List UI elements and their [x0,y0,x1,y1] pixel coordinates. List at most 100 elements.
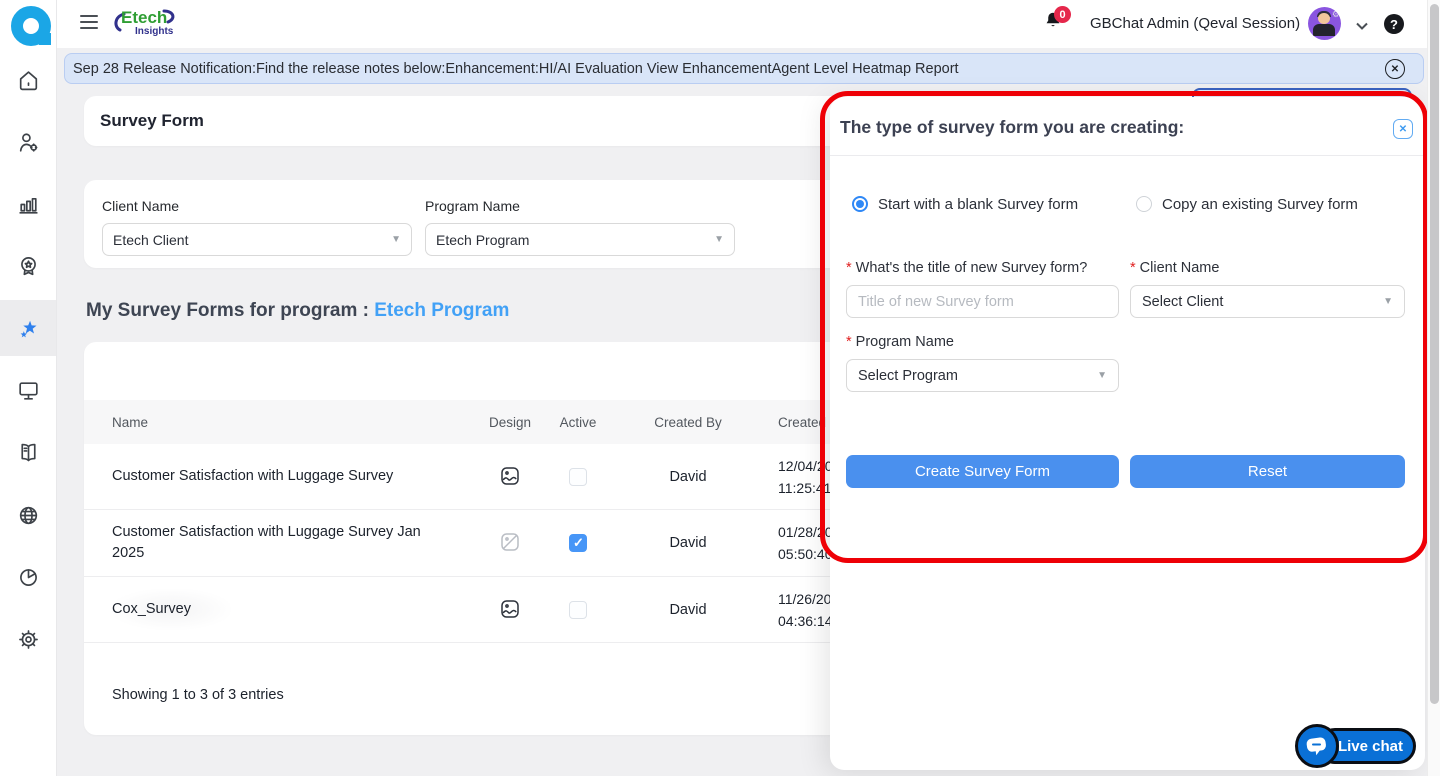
modal-client-select-value: Select Client [1142,294,1223,310]
qeval-logo[interactable] [9,4,53,48]
help-button[interactable]: ? [1384,14,1404,34]
monitor-icon [16,378,41,403]
active-checkbox-checked[interactable] [569,534,587,552]
user-settings-icon [16,130,41,155]
modal-program-label: *Program Name [846,334,954,350]
home-icon [16,68,41,93]
etech-insights-logo[interactable]: Etech Insights [112,5,182,43]
quality-badge-icon [16,254,41,279]
page-title: Survey Form [100,111,204,131]
design-button-disabled [498,531,522,555]
sidebar-item-reports[interactable] [0,176,56,232]
chevron-down-icon: ▼ [391,234,401,245]
sidebar-item-settings[interactable] [0,611,56,667]
survey-name: Cox_Survey [112,589,231,630]
create-survey-form-button[interactable]: Create Survey Form [846,455,1119,488]
avatar[interactable]: ⚙ [1308,7,1341,40]
page-scrollbar [1427,0,1440,776]
program-select[interactable]: Etech Program ▼ [425,223,735,256]
create-survey-modal: The type of survey form you are creating… [830,97,1425,770]
banner-close-icon[interactable]: ✕ [1385,59,1405,79]
book-icon [16,440,41,465]
column-header-design: Design [462,415,558,430]
scrollbar-thumb[interactable] [1430,4,1439,704]
notification-badge: 0 [1054,6,1071,23]
bar-chart-icon [16,192,41,217]
section-heading-prefix: My Survey Forms for program : [86,300,374,321]
radio-copy-survey-label[interactable]: Copy an existing Survey form [1162,196,1358,213]
modal-program-select[interactable]: Select Program ▼ [846,359,1119,392]
avatar-gear-icon: ⚙ [1332,9,1340,20]
banner-text: Sep 28 Release Notification:Find the rel… [73,61,959,77]
modal-title: The type of survey form you are creating… [840,117,1184,138]
sidebar-item-survey-forms[interactable] [0,300,56,356]
required-asterisk: * [846,260,852,276]
created-by: David [598,469,778,485]
design-image-icon [499,465,521,487]
required-asterisk: * [1130,260,1136,276]
live-chat-label: Live chat [1338,738,1403,755]
active-checkbox[interactable] [569,601,587,619]
survey-star-icon [16,316,41,341]
design-button[interactable] [498,598,522,622]
question-mark-icon: ? [1390,17,1398,32]
chevron-down-icon: ▼ [1383,296,1393,307]
sidebar [0,0,57,776]
client-select-value: Etech Client [113,232,188,248]
design-image-disabled-icon [499,531,521,553]
reset-button[interactable]: Reset [1130,455,1405,488]
top-header: Etech Insights 0 GBChat Admin (Qeval Ses… [57,0,1440,48]
sidebar-item-analytics[interactable] [0,549,56,605]
logo-insights-text: Insights [135,26,173,37]
column-header-name: Name [112,415,462,430]
design-image-icon [499,598,521,620]
sidebar-item-monitor[interactable] [0,362,56,418]
created-by: David [598,535,778,551]
design-button[interactable] [498,465,522,489]
column-header-active: Active [558,415,598,430]
hamburger-menu-icon[interactable] [80,15,98,29]
chevron-down-icon: ▼ [1097,370,1107,381]
modal-client-select[interactable]: Select Client ▼ [1130,285,1405,318]
active-checkbox[interactable] [569,468,587,486]
logo-etech-text: Etech [121,8,167,28]
sidebar-item-quality[interactable] [0,238,56,294]
notifications-button[interactable]: 0 [1042,10,1072,40]
radio-copy-survey[interactable] [1136,196,1152,212]
modal-close-icon[interactable]: ✕ [1393,119,1413,139]
chevron-down-icon [1355,21,1369,31]
modal-header: The type of survey form you are creating… [830,97,1425,156]
program-name-link[interactable]: Etech Program [374,300,509,321]
created-by: David [598,602,778,618]
pie-chart-icon [16,565,41,590]
live-chat-bubble-icon [1295,724,1339,768]
column-header-created-by: Created By [598,415,778,430]
radio-blank-survey-label[interactable]: Start with a blank Survey form [878,196,1078,213]
globe-icon [16,503,41,528]
app-root: Etech Insights 0 GBChat Admin (Qeval Ses… [0,0,1440,776]
survey-name: Customer Satisfaction with Luggage Surve… [112,510,462,576]
sidebar-item-home[interactable] [0,52,56,108]
survey-name: Customer Satisfaction with Luggage Surve… [112,454,462,499]
survey-title-input[interactable] [846,285,1119,318]
modal-client-label: *Client Name [1130,260,1219,276]
sidebar-item-library[interactable] [0,424,56,480]
release-notification-banner: Sep 28 Release Notification:Find the rel… [64,53,1424,84]
chevron-down-icon: ▼ [714,234,724,245]
required-asterisk: * [846,334,852,350]
survey-type-radio-group: Start with a blank Survey form Copy an e… [830,195,1425,215]
client-select[interactable]: Etech Client ▼ [102,223,412,256]
user-menu-chevron[interactable] [1355,18,1369,28]
user-name-label: GBChat Admin (Qeval Session) [1090,15,1310,32]
program-name-label: Program Name [425,198,520,214]
survey-title-label: *What's the title of new Survey form? [846,260,1087,276]
radio-blank-survey[interactable] [852,196,868,212]
program-select-value: Etech Program [436,232,529,248]
settings-gear-icon [16,627,41,652]
section-heading: My Survey Forms for program : Etech Prog… [86,300,509,322]
qeval-logo-tail [39,33,51,45]
entries-count-label: Showing 1 to 3 of 3 entries [112,687,284,703]
sidebar-item-users[interactable] [0,114,56,170]
sidebar-item-web[interactable] [0,487,56,543]
client-name-label: Client Name [102,198,179,214]
